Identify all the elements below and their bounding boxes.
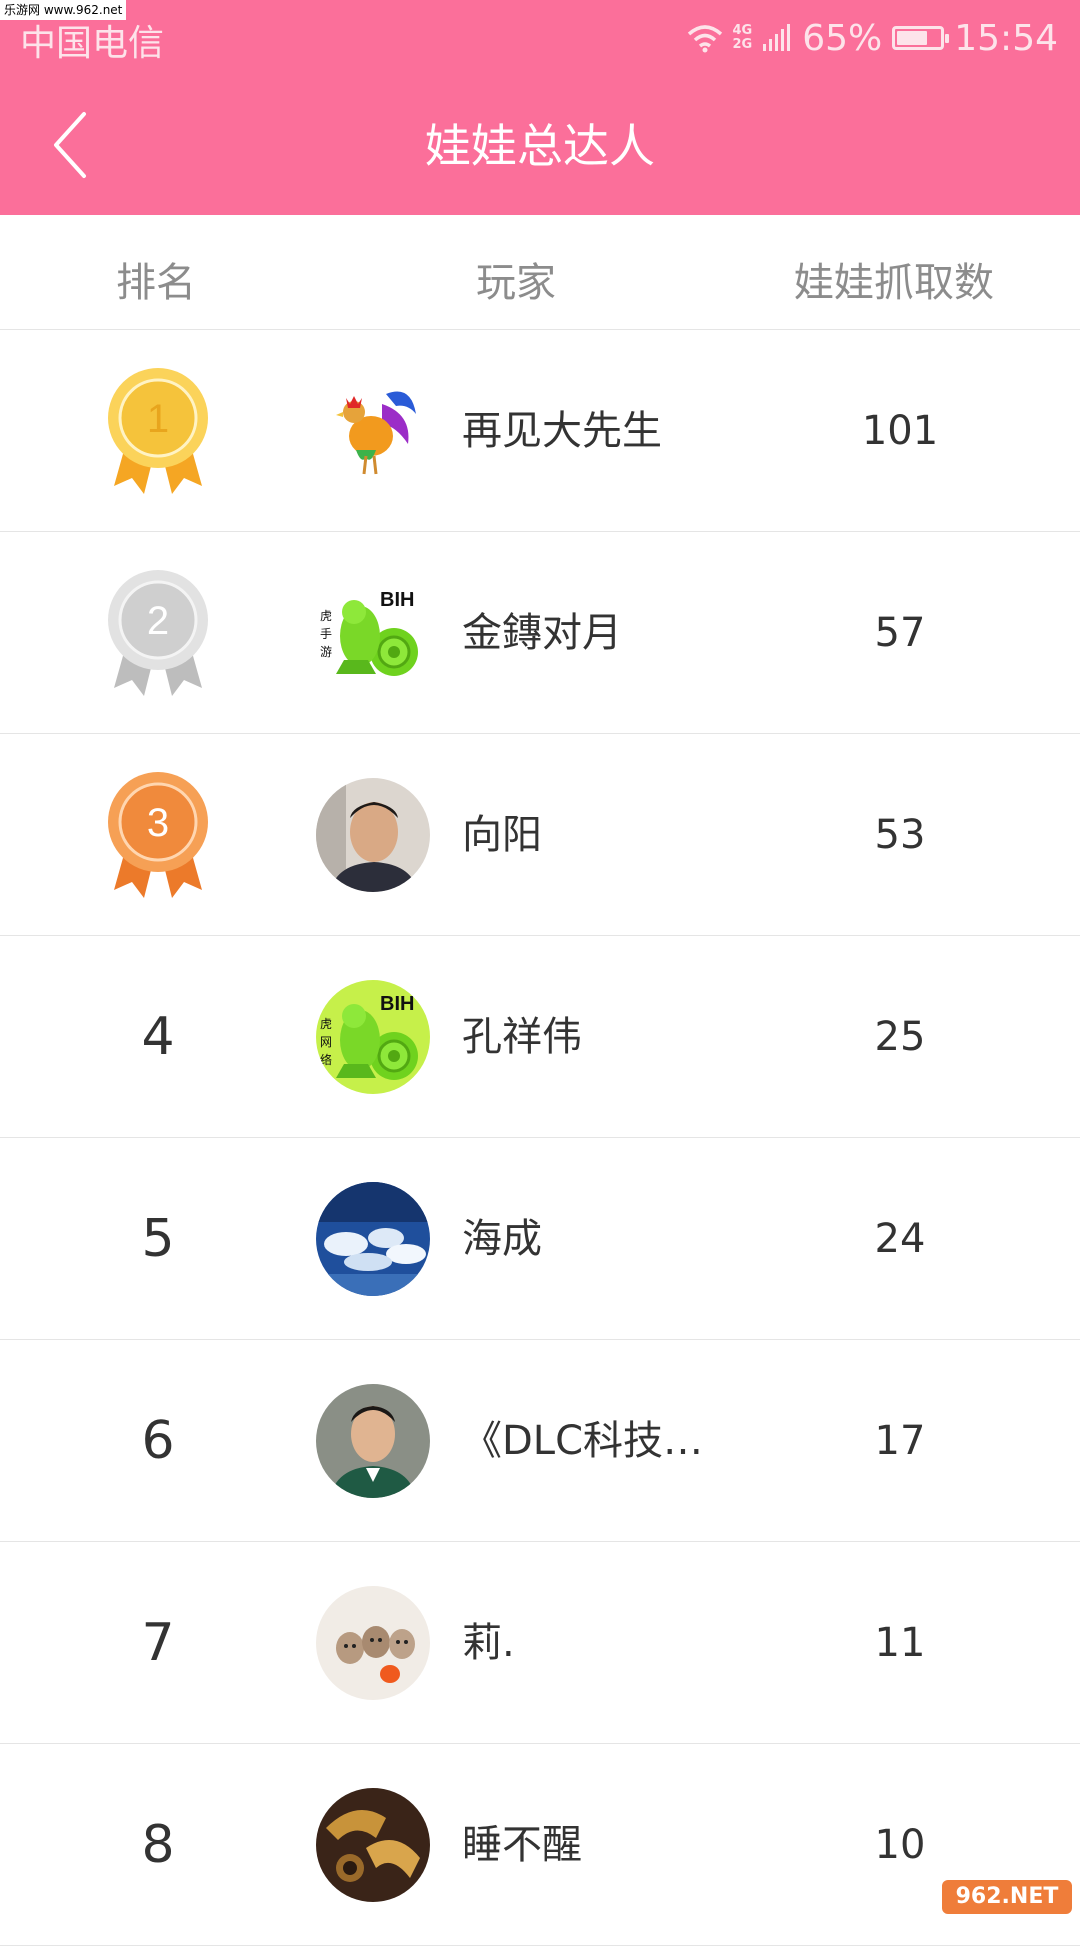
signal-icon [763,24,791,51]
player-name: 海成 [462,1216,542,1262]
player-name: 《DLC科技… [462,1418,704,1464]
gold-medal-icon: 1 [108,368,208,494]
table-row[interactable]: 7 莉. 11 [0,1542,1080,1744]
app-header: 乐游网 www.962.net 中国电信 4G 2G 65% 15:54 娃娃总… [0,0,1080,215]
svg-text:手: 手 [320,627,332,641]
rank-number: 5 [141,1209,175,1269]
table-row[interactable]: 5 海成 24 [0,1138,1080,1340]
catch-count: 57 [874,610,926,656]
svg-text:络: 络 [320,1052,332,1067]
svg-text:1: 1 [147,397,169,441]
bronze-medal-icon: 3 [108,772,208,898]
table-row[interactable]: 6 《DLC科技… 17 [0,1340,1080,1542]
player-name: 再见大先生 [462,408,662,454]
svg-text:游: 游 [320,645,332,659]
catch-count: 53 [874,812,926,858]
column-player: 玩家 [476,260,556,306]
catch-count: 11 [874,1620,926,1666]
catch-count: 101 [861,408,939,454]
status-icons: 4G 2G 65% 15:54 [687,14,1058,62]
carrier-label: 中国电信 [20,23,165,64]
player-name: 莉. [462,1620,515,1666]
svg-text:BIH: BIH [380,993,414,1015]
table-row[interactable]: 8 睡不醒 10 [0,1744,1080,1946]
svg-text:BIH: BIH [380,589,414,611]
green-chameleon-avatar: BIH 虎 手 游 [316,576,430,690]
silver-medal-icon: 2 [108,570,208,696]
table-row[interactable]: 4 BIH 虎 网 络 孔祥伟 25 [0,936,1080,1138]
green-chameleon-avatar: BIH 虎 网 络 [316,980,430,1094]
table-row[interactable]: 3 向阳 53 [0,734,1080,936]
page-title: 娃娃总达人 [425,119,655,173]
svg-text:2: 2 [147,599,169,643]
catch-count: 24 [874,1216,926,1262]
player-name: 孔祥伟 [462,1014,582,1060]
catch-count: 10 [874,1822,926,1868]
man-photo-avatar [316,1384,430,1498]
player-name: 金鏄对月 [462,610,622,656]
svg-text:虎: 虎 [320,609,332,623]
table-row[interactable]: 1 再见大先生 101 [0,330,1080,532]
network-type: 4G 2G [732,23,753,52]
svg-text:3: 3 [147,801,169,845]
watermark-logo: 962.NET 乐游网 [942,1880,1072,1943]
clock: 15:54 [954,17,1058,59]
player-name: 向阳 [462,812,542,858]
battery-percent: 65% [802,17,883,59]
column-rank: 排名 [116,260,196,306]
kittens-avatar [316,1586,430,1700]
sky-clouds-avatar [316,1182,430,1296]
battery-icon [892,26,950,50]
rank-number: 8 [141,1815,175,1875]
player-name: 睡不醒 [462,1822,582,1868]
brass-avatar [316,1788,430,1902]
table-header: 排名 玩家 娃娃抓取数 [0,215,1080,330]
man-photo-avatar [316,778,430,892]
rooster-avatar [316,374,430,488]
wifi-icon [687,25,722,53]
svg-text:虎: 虎 [320,1017,332,1031]
table-row[interactable]: 2 BIH 虎 手 游 金鏄对月 57 [0,532,1080,734]
catch-count: 25 [874,1014,926,1060]
ranking-list: 1 再见大先生 101 2 BIH 虎 手 游 金鏄对月 57 3 向阳 53 … [0,330,1080,1946]
rank-number: 6 [141,1411,175,1471]
svg-text:网: 网 [320,1035,332,1049]
rank-number: 4 [141,1007,175,1067]
column-count: 娃娃抓取数 [794,260,994,306]
catch-count: 17 [874,1418,926,1464]
rank-number: 7 [141,1613,175,1673]
